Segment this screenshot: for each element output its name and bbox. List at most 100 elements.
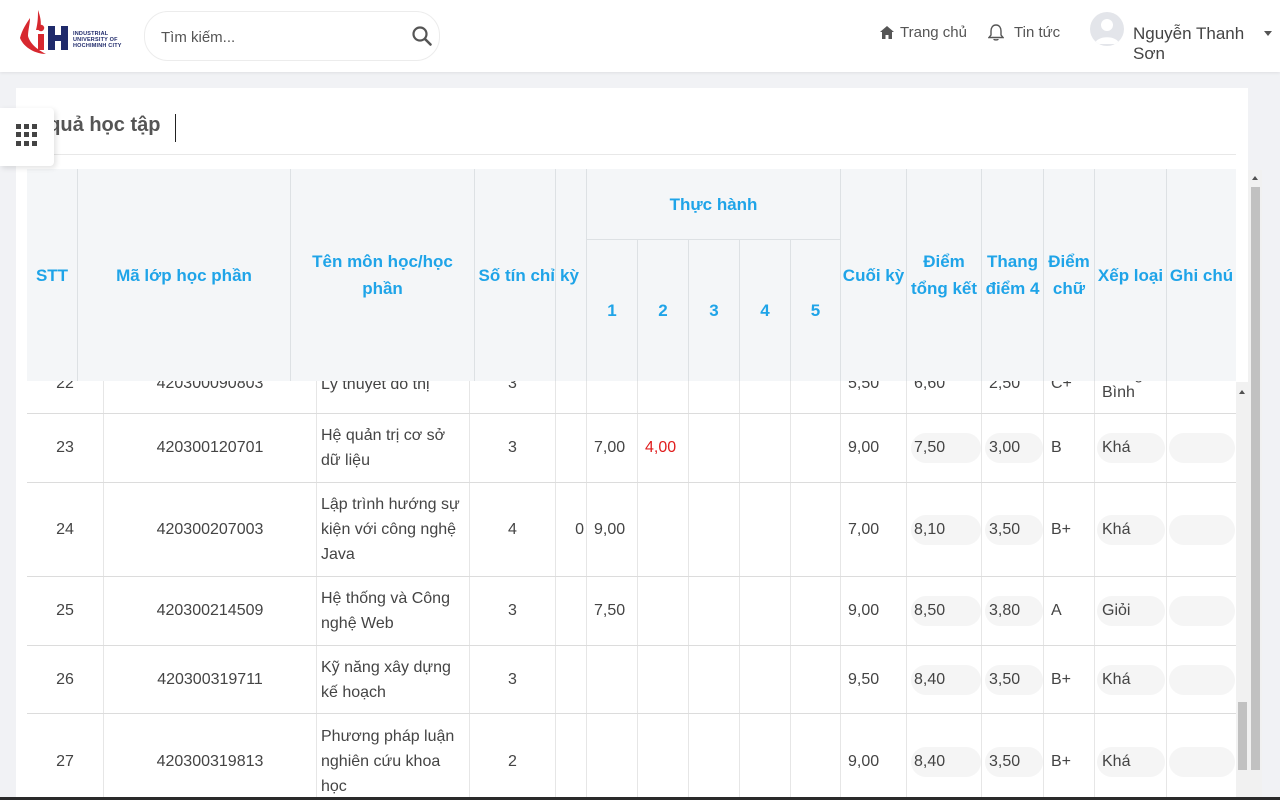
th1-cell: [587, 646, 638, 713]
nav-news-label: Tin tức: [1014, 24, 1061, 41]
tong-ket-cell: 8,40: [907, 646, 982, 713]
ghi-chu-cell: [1167, 646, 1236, 713]
thang4-cell: 3,50: [982, 646, 1044, 713]
table-row[interactable]: 27 420300319813 Phương pháp luận nghiên …: [27, 714, 1236, 800]
th3-cell: [689, 414, 740, 482]
diem-chu-cell: B+: [1044, 714, 1095, 800]
gk-cell: [556, 714, 587, 800]
xep-loai-cell: Khá: [1095, 646, 1167, 713]
header-th-5[interactable]: 5: [791, 240, 841, 381]
th4-cell: [740, 414, 791, 482]
header-giua-ky[interactable]: kỳ: [556, 169, 587, 381]
user-avatar[interactable]: [1090, 12, 1124, 46]
chevron-down-icon[interactable]: [1264, 31, 1272, 36]
logo-line-3: HOCHIMINH CITY: [73, 43, 122, 49]
iuh-logo[interactable]: INDUSTRIAL UNIVERSITY OF HOCHIMINH CITY: [16, 4, 128, 60]
ma-lop-cell: 420300207003: [104, 483, 317, 576]
th3-cell: [689, 646, 740, 713]
th5-cell: [791, 483, 841, 576]
th4-cell: [740, 483, 791, 576]
header-th-4[interactable]: 4: [740, 240, 791, 381]
nav-home-label: Trang chủ: [900, 24, 967, 41]
tin-chi-cell: 3: [470, 577, 556, 645]
xep-loai-cell: Khá: [1095, 414, 1167, 482]
stt-cell: 27: [27, 714, 104, 800]
page-title: t quả học tập: [36, 114, 161, 136]
scroll-up-arrow-icon[interactable]: [1239, 390, 1245, 394]
ten-mon-cell: Kỹ năng xây dựng kế hoạch: [317, 646, 470, 713]
header-thuc-hanh[interactable]: Thực hành: [587, 169, 841, 240]
tong-ket-cell: 8,50: [907, 577, 982, 645]
header-so-tin-chi[interactable]: Số tín chỉ: [475, 169, 556, 381]
header-ten-mon[interactable]: Tên môn học/học phần: [291, 169, 475, 381]
th5-cell: [791, 414, 841, 482]
stt-cell: 24: [27, 483, 104, 576]
table-row[interactable]: 26 420300319711 Kỹ năng xây dựng kế hoạc…: [27, 646, 1236, 714]
header-diem-tong-ket[interactable]: Điểm tổng kết: [907, 169, 982, 381]
ghi-chu-cell: [1167, 483, 1236, 576]
scroll-up-arrow-icon[interactable]: [1252, 176, 1258, 180]
user-name[interactable]: Nguyễn Thanh Sơn: [1133, 24, 1280, 64]
th1-cell: [587, 714, 638, 800]
ghi-chu-cell: [1167, 414, 1236, 482]
page-scroll-thumb[interactable]: [1251, 187, 1260, 770]
table-row[interactable]: 23 420300120701 Hệ quản trị cơ sở dữ liệ…: [27, 414, 1236, 483]
thang4-cell: 3,80: [982, 577, 1044, 645]
diem-chu-cell: B+: [1044, 646, 1095, 713]
text-cursor: [175, 114, 176, 142]
header-thang-diem-4[interactable]: Thang điểm 4: [982, 169, 1044, 381]
th5-cell: [791, 714, 841, 800]
logo-text: INDUSTRIAL UNIVERSITY OF HOCHIMINH CITY: [73, 31, 122, 49]
header-th-2[interactable]: 2: [638, 240, 689, 381]
search-input[interactable]: [159, 24, 393, 50]
header-th-1[interactable]: 1: [587, 240, 638, 381]
bell-icon: [988, 24, 1004, 41]
tin-chi-cell: 4: [470, 483, 556, 576]
gk-cell: [556, 646, 587, 713]
table-row[interactable]: 24 420300207003 Lập trình hướng sự kiện …: [27, 483, 1236, 577]
ten-mon-cell: Hệ thống và Công nghệ Web: [317, 577, 470, 645]
table-scroll-thumb[interactable]: [1238, 702, 1247, 770]
ghi-chu-cell: [1167, 714, 1236, 800]
nav-news[interactable]: Tin tức: [988, 24, 1060, 41]
th5-cell: [791, 646, 841, 713]
title-divider: [26, 154, 1236, 155]
header-ghi-chu[interactable]: Ghi chú: [1167, 169, 1236, 381]
cuoi-ky-cell: 9,00: [841, 714, 907, 800]
nav-home[interactable]: Trang chủ: [880, 24, 967, 41]
header-diem-chu[interactable]: Điểm chữ: [1044, 169, 1095, 381]
th2-cell: 4,00: [638, 414, 689, 482]
home-icon: [880, 26, 894, 39]
table-row[interactable]: 25 420300214509 Hệ thống và Công nghệ We…: [27, 577, 1236, 646]
th3-cell: [689, 714, 740, 800]
stt-cell: 25: [27, 577, 104, 645]
header-ma-lop[interactable]: Mã lớp học phần: [78, 169, 291, 381]
header-th-3[interactable]: 3: [689, 240, 740, 381]
search-icon[interactable]: [411, 25, 433, 47]
diem-chu-cell: A: [1044, 577, 1095, 645]
ma-lop-cell: 420300319813: [104, 714, 317, 800]
stt-cell: 26: [27, 646, 104, 713]
top-navbar: INDUSTRIAL UNIVERSITY OF HOCHIMINH CITY …: [0, 0, 1280, 72]
ma-lop-cell: 420300319711: [104, 646, 317, 713]
header-cuoi-ky[interactable]: Cuối kỳ: [841, 169, 907, 381]
ten-mon-cell: Hệ quản trị cơ sở dữ liệu: [317, 414, 470, 482]
th1-cell: 9,00: [587, 483, 638, 576]
th4-cell: [740, 714, 791, 800]
th5-cell: [791, 577, 841, 645]
stt-cell: 23: [27, 414, 104, 482]
th3-cell: [689, 483, 740, 576]
header-xep-loai[interactable]: Xếp loại: [1095, 169, 1167, 381]
header-stt[interactable]: STT: [27, 169, 78, 381]
ten-mon-cell: Lập trình hướng sự kiện với công nghệ Ja…: [317, 483, 470, 576]
tong-ket-cell: 8,10: [907, 483, 982, 576]
xep-loai-cell: Khá: [1095, 483, 1167, 576]
apps-menu-button[interactable]: [0, 108, 54, 166]
ten-mon-cell: Phương pháp luận nghiên cứu khoa học: [317, 714, 470, 800]
xep-loai-cell: Khá: [1095, 714, 1167, 800]
th2-cell: [638, 483, 689, 576]
cuoi-ky-cell: 9,00: [841, 577, 907, 645]
gk-cell: [556, 577, 587, 645]
grid-icon: [16, 124, 38, 146]
tong-ket-cell: 7,50: [907, 414, 982, 482]
